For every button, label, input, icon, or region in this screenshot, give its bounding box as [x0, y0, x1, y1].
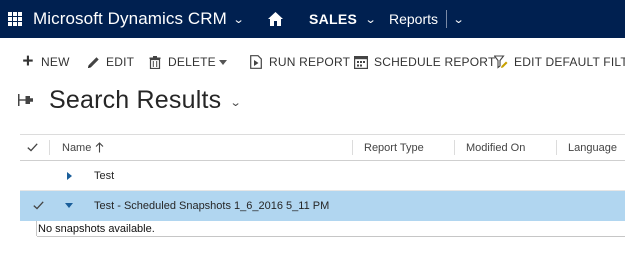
new-button[interactable]: + NEW	[21, 50, 70, 74]
plus-icon: +	[22, 51, 34, 72]
select-all-checkbox[interactable]	[27, 135, 41, 160]
chevron-right-icon	[66, 171, 72, 180]
chevron-down-icon: ⌄	[364, 13, 378, 26]
app-title: Microsoft Dynamics CRM	[33, 9, 227, 28]
chevron-down-icon: ⌄	[232, 13, 245, 26]
nav-area-sales[interactable]: SALES ⌄	[309, 0, 378, 38]
expand-row-button[interactable]	[62, 161, 76, 190]
more-commands-dropdown[interactable]	[219, 50, 227, 74]
cell-name[interactable]: Test - Scheduled Snapshots 1_6_2016 5_11…	[94, 191, 329, 220]
top-navigation-bar: Microsoft Dynamics CRM ⌄ SALES ⌄ Reports…	[0, 0, 625, 38]
column-divider	[454, 140, 455, 155]
chevron-down-icon	[65, 203, 73, 208]
checkmark-icon	[27, 143, 38, 152]
home-button[interactable]	[264, 0, 286, 38]
run-report-label: RUN REPORT	[269, 55, 351, 69]
recent-records-dropdown[interactable]: ⌄	[452, 0, 465, 38]
edit-default-filter-button[interactable]: EDIT DEFAULT FILTER	[494, 50, 625, 74]
new-label: NEW	[41, 55, 70, 69]
column-header-language[interactable]: Language	[568, 135, 617, 160]
column-header-modified-on-label: Modified On	[466, 141, 526, 154]
collapse-row-button[interactable]	[62, 191, 76, 220]
nav-area-label: SALES	[309, 11, 358, 27]
column-header-modified-on[interactable]: Modified On	[466, 135, 525, 160]
edit-default-filter-label: EDIT DEFAULT FILTER	[514, 55, 625, 69]
column-divider	[49, 140, 50, 155]
command-bar: + NEW EDIT DELETE RUN REPORT SCHEDULE RE…	[0, 50, 625, 74]
panel-border	[36, 221, 37, 236]
grid-header: Name Report Type Modified On Language	[20, 134, 625, 161]
column-divider	[556, 140, 557, 155]
page-title: Search Results	[49, 85, 222, 114]
nav-entity-reports[interactable]: Reports	[389, 0, 438, 38]
column-header-language-label: Language	[568, 141, 617, 154]
cell-name[interactable]: Test	[94, 161, 114, 190]
column-header-report-type-label: Report Type	[364, 141, 424, 154]
filter-edit-icon	[494, 55, 508, 69]
pencil-icon	[86, 55, 100, 69]
nav-entity-label: Reports	[389, 11, 439, 27]
delete-label: DELETE	[168, 55, 216, 69]
edit-button[interactable]: EDIT	[86, 50, 134, 74]
snapshots-panel: No snapshots available.	[36, 221, 625, 237]
home-icon	[267, 12, 283, 26]
table-row[interactable]: Test	[20, 161, 625, 191]
view-selector-chevron-icon[interactable]: ⌄	[230, 96, 242, 109]
delete-button[interactable]: DELETE	[148, 50, 216, 74]
column-header-report-type[interactable]: Report Type	[364, 135, 424, 160]
column-divider	[352, 140, 353, 155]
trash-icon	[148, 55, 162, 69]
app-grid-icon	[8, 12, 22, 26]
run-report-icon	[249, 55, 263, 69]
row-checkbox[interactable]	[33, 191, 44, 220]
schedule-report-label: SCHEDULE REPORT	[374, 55, 496, 69]
column-header-name[interactable]: Name	[62, 135, 104, 160]
page-header: Search Results ⌄	[18, 84, 242, 116]
schedule-report-button[interactable]: SCHEDULE REPORT	[354, 50, 495, 74]
results-grid: Name Report Type Modified On Language Te…	[20, 134, 625, 237]
schedule-report-icon	[354, 55, 368, 69]
chevron-down-icon: ⌄	[452, 13, 465, 26]
caret-down-icon	[219, 59, 227, 65]
table-row[interactable]: Test - Scheduled Snapshots 1_6_2016 5_11…	[20, 191, 625, 221]
empty-snapshots-message: No snapshots available.	[38, 222, 155, 235]
checkmark-icon	[33, 201, 44, 210]
column-header-name-label: Name	[62, 141, 92, 154]
pin-icon[interactable]	[18, 93, 34, 107]
edit-label: EDIT	[106, 55, 135, 69]
run-report-button[interactable]: RUN REPORT	[249, 50, 350, 74]
nav-divider	[446, 10, 447, 28]
sort-ascending-icon	[95, 142, 104, 153]
app-switcher[interactable]: Microsoft Dynamics CRM ⌄	[0, 0, 245, 38]
